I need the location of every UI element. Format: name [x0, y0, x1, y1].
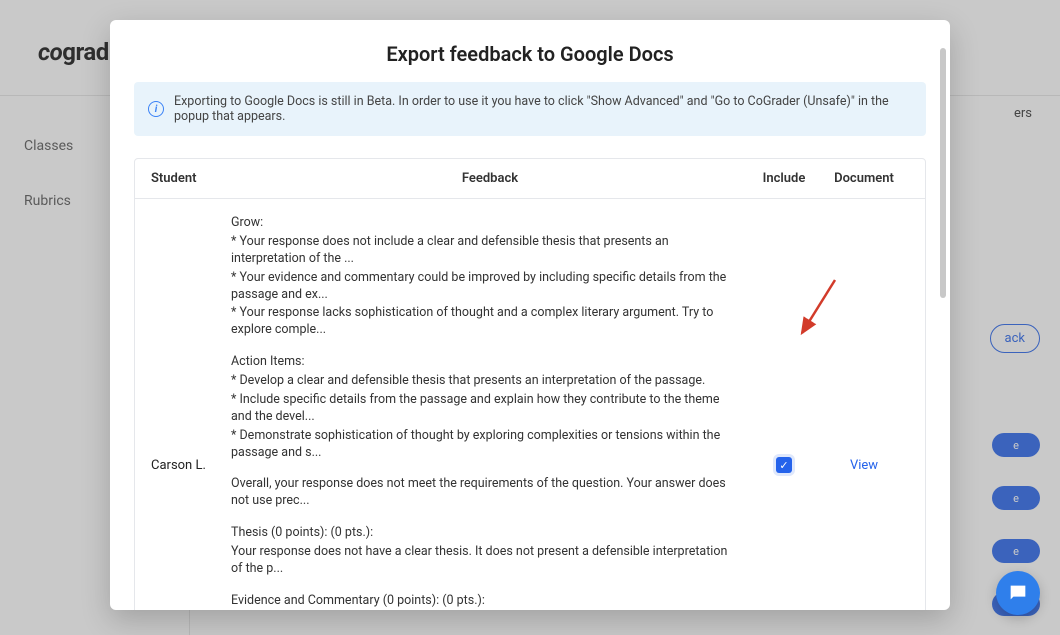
- info-banner: i Exporting to Google Docs is still in B…: [134, 82, 926, 136]
- col-header-student: Student: [151, 171, 231, 186]
- info-banner-text: Exporting to Google Docs is still in Bet…: [174, 94, 912, 124]
- view-link[interactable]: View: [850, 458, 878, 473]
- modal-scrollbar[interactable]: [940, 48, 946, 298]
- student-name: Carson L.: [151, 458, 231, 473]
- include-checkbox[interactable]: ✓: [776, 457, 792, 473]
- include-cell: ✓: [749, 457, 819, 473]
- table-header-row: Student Feedback Include Document: [135, 159, 925, 199]
- info-icon: i: [148, 101, 164, 117]
- col-header-feedback: Feedback: [231, 171, 749, 186]
- export-modal: Export feedback to Google Docs i Exporti…: [110, 20, 950, 610]
- col-header-include: Include: [749, 171, 819, 186]
- modal-content: i Exporting to Google Docs is still in B…: [110, 82, 950, 610]
- modal-title: Export feedback to Google Docs: [110, 20, 950, 82]
- document-cell: View: [819, 458, 909, 473]
- feedback-table: Student Feedback Include Document Carson…: [134, 158, 926, 610]
- feedback-text: Grow: * Your response does not include a…: [231, 215, 749, 610]
- chat-launcher[interactable]: [996, 571, 1040, 615]
- chat-icon: [1007, 582, 1029, 604]
- col-header-document: Document: [819, 171, 909, 186]
- table-row: Carson L. Grow: * Your response does not…: [135, 199, 925, 610]
